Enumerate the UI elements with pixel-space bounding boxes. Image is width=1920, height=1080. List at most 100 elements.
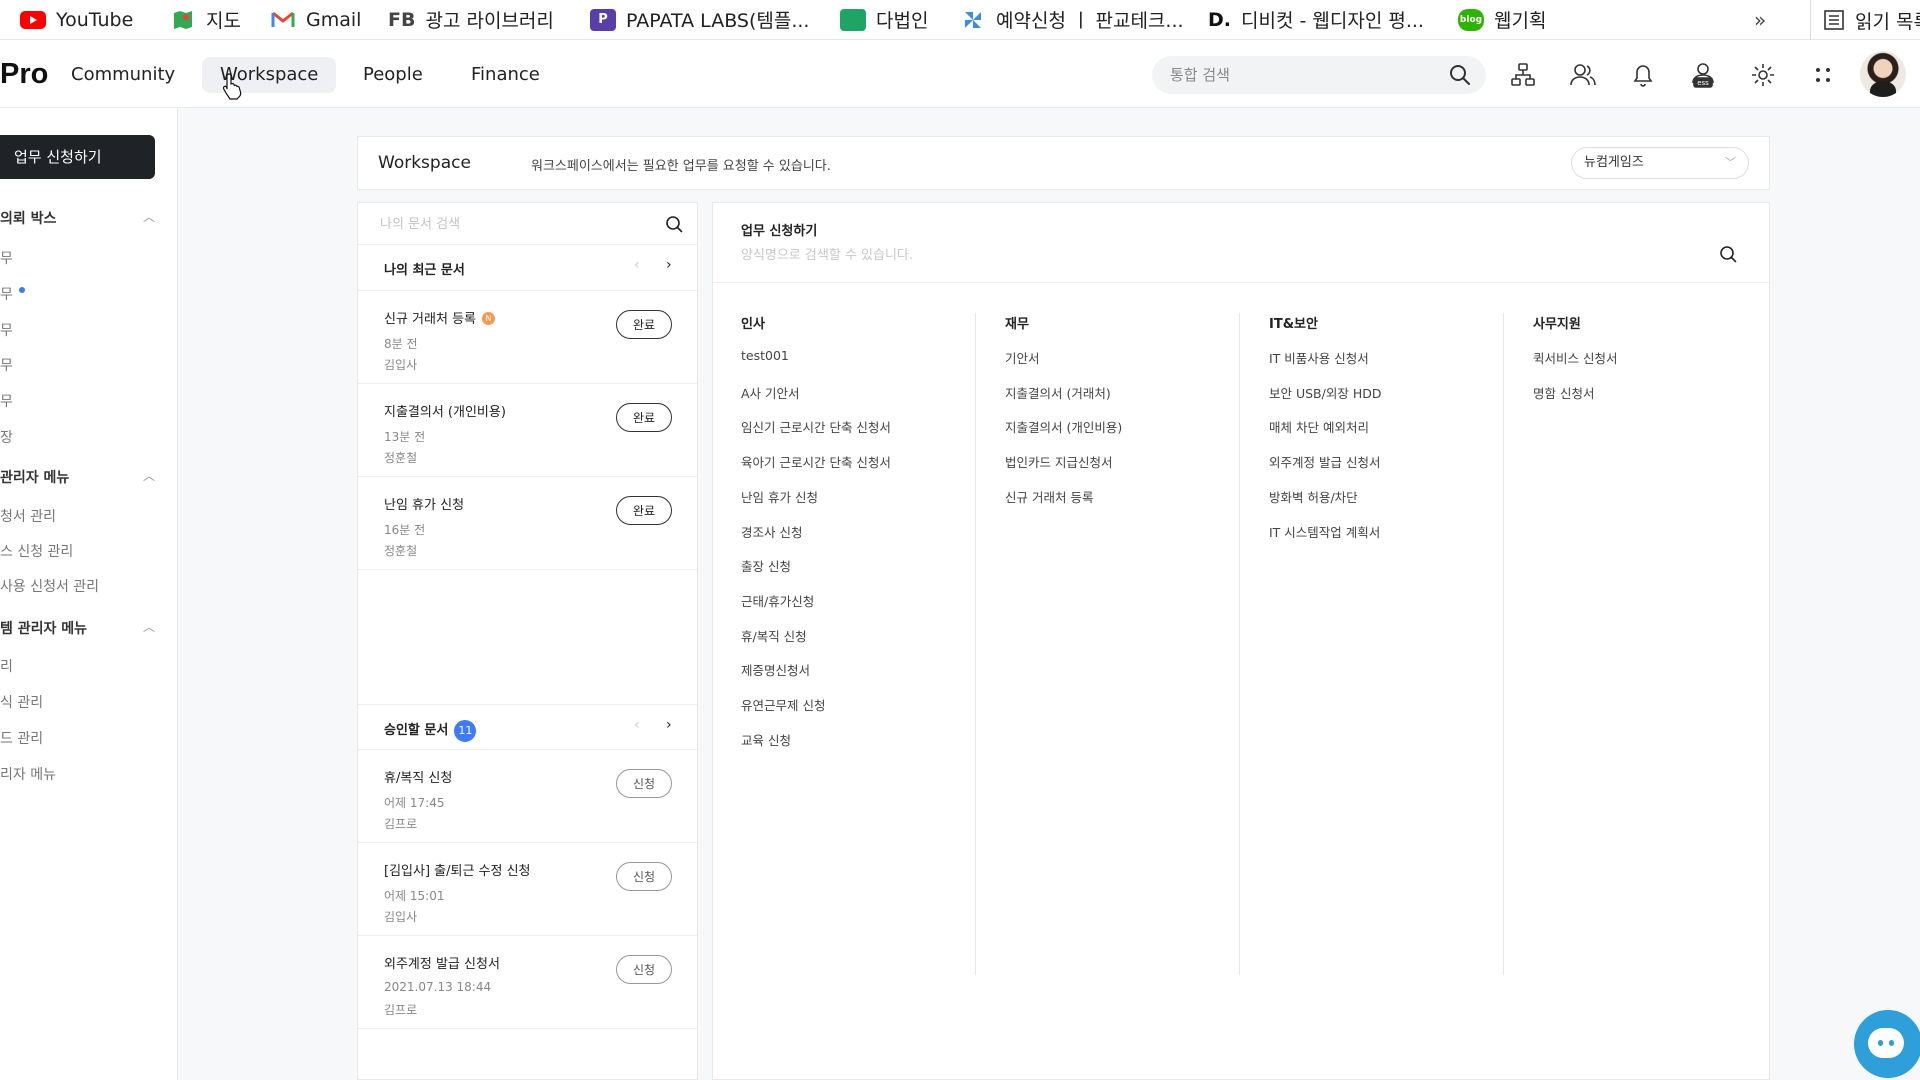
bookmark-item[interactable]: FB 광고 라이브러리	[388, 0, 554, 40]
chevron-right-icon[interactable]: ›	[666, 257, 672, 273]
nav-people[interactable]: People	[345, 57, 441, 93]
form-link[interactable]: 근태/휴가신청	[741, 591, 814, 610]
global-search-input[interactable]	[1170, 56, 1430, 94]
form-link[interactable]: 외주계정 발급 신청서	[1269, 452, 1380, 471]
sidebar-section-admin-menu[interactable]: 관리자 메뉴 ︿	[0, 467, 155, 487]
form-link[interactable]: 매체 차단 예외처리	[1269, 417, 1369, 436]
form-link[interactable]: 임신기 근로시간 단축 신청서	[741, 417, 891, 436]
form-link[interactable]: 경조사 신청	[741, 522, 802, 541]
form-link[interactable]: 유연근무제 신청	[741, 695, 825, 714]
sidebar-item[interactable]: 무	[0, 248, 13, 268]
list-item[interactable]: 난임 휴가 신청 16분 전 정훈철 완료	[358, 478, 697, 570]
form-link[interactable]: IT 비품사용 신청서	[1269, 348, 1369, 367]
list-item[interactable]: 외주계정 발급 신청서 2021.07.13 18:44 김프로 신청	[358, 937, 697, 1029]
global-search[interactable]	[1152, 56, 1486, 94]
form-link[interactable]: 퀵서비스 신청서	[1533, 348, 1617, 367]
form-link[interactable]: IT 시스템작업 계획서	[1269, 522, 1380, 541]
status-button[interactable]: 완료	[616, 310, 672, 339]
status-button[interactable]: 완료	[616, 496, 672, 525]
form-link[interactable]: 육아기 근로시간 단축 신청서	[741, 452, 891, 471]
form-link[interactable]: 교육 신청	[741, 730, 791, 749]
reading-list-label: 읽기 목록	[1855, 10, 1920, 33]
reading-list-button[interactable]: 읽기 목록	[1810, 0, 1920, 40]
chevron-up-icon[interactable]: ︿	[143, 618, 155, 635]
reading-list-icon	[1824, 10, 1844, 30]
form-link[interactable]: 지출결의서 (개인비용)	[1005, 417, 1122, 436]
bookmark-item[interactable]: YouTube	[20, 0, 133, 40]
search-icon[interactable]	[665, 215, 683, 237]
chevron-left-icon[interactable]: ‹	[634, 257, 640, 273]
sidebar-item[interactable]: 스 신청 관리	[0, 541, 73, 561]
sidebar-item[interactable]: 무	[0, 320, 13, 340]
form-link[interactable]: 휴/복직 신청	[741, 626, 807, 645]
avatar[interactable]	[1860, 51, 1906, 97]
sidebar-item[interactable]: 식 관리	[0, 692, 43, 712]
bookmark-item[interactable]: 예약신청 ㅣ 판교테크...	[960, 0, 1184, 40]
people-icon[interactable]	[1568, 60, 1598, 90]
sidebar-item[interactable]: 청서 관리	[0, 506, 56, 526]
search-icon[interactable]	[1448, 63, 1472, 91]
chevron-up-icon[interactable]: ︿	[143, 208, 155, 225]
sidebar-section-system-admin-menu[interactable]: 템 관리자 메뉴 ︿	[0, 618, 155, 638]
list-item[interactable]: [김입사] 출/퇴근 수정 신청 어제 15:01 김입사 신청	[358, 844, 697, 936]
sidebar-item[interactable]: 무	[0, 284, 25, 304]
search-icon[interactable]	[1719, 245, 1737, 267]
list-item[interactable]: 지출결의서 (개인비용) 13분 전 정훈철 완료	[358, 385, 697, 477]
list-item[interactable]: 신규 거래처 등록 N 8분 전 김입사 완료	[358, 292, 697, 384]
nav-finance[interactable]: Finance	[453, 57, 558, 93]
chevron-up-icon[interactable]: ︿	[143, 467, 155, 484]
request-task-button[interactable]: 업무 신청하기	[0, 135, 155, 179]
status-button[interactable]: 완료	[616, 403, 672, 432]
sidebar-item[interactable]: 무	[0, 355, 13, 375]
sidebar-item[interactable]: 무	[0, 391, 13, 411]
document-search-input[interactable]	[380, 203, 640, 245]
sidebar-item[interactable]: 드 관리	[0, 728, 43, 748]
bookmark-label: 예약신청 ㅣ 판교테크...	[996, 10, 1184, 32]
org-chart-icon[interactable]	[1508, 60, 1538, 90]
sidebar-item[interactable]: 리	[0, 656, 13, 676]
chevron-right-icon[interactable]: ›	[666, 717, 672, 733]
form-link[interactable]: 난임 휴가 신청	[741, 487, 818, 506]
bookmark-item[interactable]: D. 디비컷 - 웹디자인 평...	[1208, 0, 1424, 40]
form-link[interactable]: 기안서	[1005, 348, 1040, 367]
company-select[interactable]: 뉴컴게임즈 ﹀	[1571, 147, 1749, 179]
status-button[interactable]: 신청	[616, 955, 672, 984]
bookmark-item[interactable]: blog 웹기획	[1458, 0, 1546, 40]
chat-button[interactable]	[1854, 1010, 1920, 1078]
form-link[interactable]: 제증명신청서	[741, 660, 810, 679]
form-link[interactable]: A사 기안서	[741, 383, 800, 402]
form-link[interactable]: test001	[741, 348, 789, 363]
status-button[interactable]: 신청	[616, 769, 672, 798]
sidebar-item[interactable]: 사용 신청서 관리	[0, 576, 99, 596]
recent-documents-title: 나의 최근 문서	[384, 263, 465, 278]
bookmark-item[interactable]: 다법인	[840, 0, 928, 40]
form-link[interactable]: 지출결의서 (거래처)	[1005, 383, 1111, 402]
form-link[interactable]: 출장 신청	[741, 556, 791, 575]
approve-documents-title-text: 승인할 문서	[384, 723, 449, 738]
bookmark-item[interactable]: Gmail	[270, 0, 361, 40]
list-item[interactable]: 휴/복직 신청 어제 17:45 김프로 신청	[358, 751, 697, 843]
bell-icon[interactable]	[1628, 60, 1658, 90]
document-search[interactable]	[358, 203, 697, 245]
bookmarks-more-button[interactable]: »	[1754, 0, 1766, 40]
ess-icon[interactable]: ess	[1688, 60, 1718, 90]
chevron-left-icon[interactable]: ‹	[634, 717, 640, 733]
form-link[interactable]: 법인카드 지급신청서	[1005, 452, 1112, 471]
form-link[interactable]: 신규 거래처 등록	[1005, 487, 1093, 506]
sidebar-section-request-box[interactable]: 의뢰 박스 ︿	[0, 208, 155, 228]
form-category-column: 재무 기안서 지출결의서 (거래처) 지출결의서 (개인비용) 법인카드 지급신청서 신규…	[977, 313, 1241, 973]
gear-icon[interactable]	[1748, 60, 1778, 90]
sidebar-item[interactable]: 장	[0, 427, 13, 447]
status-button[interactable]: 신청	[616, 862, 672, 891]
apps-grid-icon[interactable]	[1808, 60, 1838, 90]
document-user: 김입사	[384, 910, 418, 924]
form-search-input[interactable]	[741, 243, 1691, 267]
bookmark-item[interactable]: P PAPATA LABS(템플...	[590, 0, 809, 40]
form-link[interactable]: 명함 신청서	[1533, 383, 1594, 402]
nav-community[interactable]: Community	[53, 57, 193, 93]
app-logo[interactable]: Pro	[0, 58, 48, 91]
sidebar-item[interactable]: 리자 메뉴	[0, 764, 56, 784]
form-link[interactable]: 보안 USB/외장 HDD	[1269, 383, 1381, 402]
bookmark-item[interactable]: 지도	[170, 0, 241, 40]
form-link[interactable]: 방화벽 허용/차단	[1269, 487, 1358, 506]
